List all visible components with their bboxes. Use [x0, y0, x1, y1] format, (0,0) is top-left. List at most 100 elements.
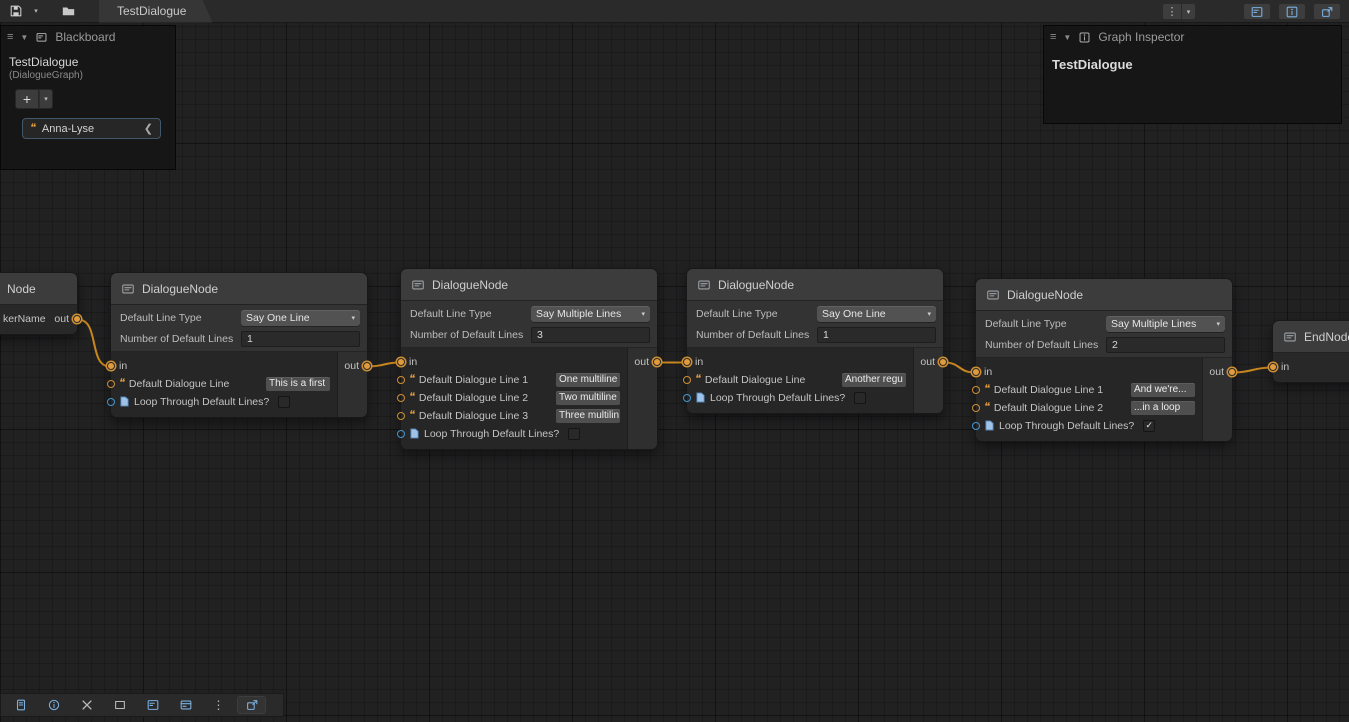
end-node[interactable]: EndNode in: [1272, 320, 1349, 383]
edge[interactable]: [78, 320, 110, 367]
quote-icon: ❝: [408, 392, 415, 403]
dialogue-line-input[interactable]: ...in a loop: [1131, 401, 1195, 415]
loop-port[interactable]: [397, 430, 405, 438]
toggle-inspector-button[interactable]: [1278, 3, 1306, 20]
toggle-minimap-button[interactable]: [1313, 3, 1341, 20]
frame-button[interactable]: [105, 696, 134, 714]
blackboard-field-anna-lyse[interactable]: ❝ Anna-Lyse ❮: [22, 118, 161, 139]
line-type-dropdown[interactable]: Say Multiple Lines ▾: [1106, 316, 1225, 332]
field-name: Anna-Lyse: [42, 123, 94, 135]
line-port[interactable]: [683, 376, 691, 384]
edge[interactable]: [368, 363, 400, 367]
dialogue-line-input[interactable]: This is a first: [266, 377, 330, 391]
console-button[interactable]: [171, 696, 200, 714]
out-port[interactable]: [1228, 368, 1236, 376]
dialogue-line-input[interactable]: Two multiline: [556, 391, 620, 405]
line-port[interactable]: [972, 404, 980, 412]
hamburger-icon[interactable]: ≡: [7, 31, 13, 43]
out-port-label: out: [1209, 366, 1224, 378]
save-button[interactable]: [7, 3, 25, 20]
line-port[interactable]: [972, 386, 980, 394]
out-port[interactable]: [73, 315, 81, 323]
in-port-label: in: [409, 356, 417, 368]
add-property-caret[interactable]: ▾: [39, 89, 53, 109]
loop-checkbox[interactable]: ✓: [1143, 420, 1155, 432]
loop-checkbox[interactable]: [278, 396, 290, 408]
tab-testdialogue[interactable]: TestDialogue: [99, 0, 212, 23]
line-port[interactable]: [397, 376, 405, 384]
line-label: Default Dialogue Line: [705, 374, 805, 386]
document-panel-button[interactable]: [6, 696, 35, 714]
line-type-dropdown[interactable]: Say One Line ▾: [241, 310, 360, 326]
chevron-left-icon[interactable]: ❮: [144, 122, 153, 135]
num-lines-input[interactable]: 1: [817, 327, 936, 343]
dialogue-node-icon: [411, 278, 425, 292]
blackboard-panel[interactable]: ≡ ▼ Blackboard TestDialogue (DialogueGra…: [0, 25, 176, 170]
more-menu-caret[interactable]: ▾: [1182, 3, 1196, 20]
dialogue-node-2[interactable]: DialogueNode Default Line Type Say Multi…: [400, 268, 658, 450]
chevron-down-icon: ▾: [347, 314, 355, 322]
in-port[interactable]: [107, 362, 115, 370]
node-title[interactable]: DialogueNode: [976, 279, 1232, 311]
line-label: Default Dialogue Line 3: [419, 410, 528, 422]
graph-inspector-panel[interactable]: ≡ ▼ Graph Inspector TestDialogue: [1043, 25, 1342, 124]
more-button[interactable]: ⋮: [204, 696, 233, 714]
dialogue-node-3[interactable]: DialogueNode Default Line Type Say One L…: [686, 268, 944, 414]
node-title[interactable]: DialogueNode: [111, 273, 367, 305]
add-property-button[interactable]: +: [15, 89, 39, 109]
loop-checkbox[interactable]: [568, 428, 580, 440]
dialogue-line-input[interactable]: One multiline: [556, 373, 620, 387]
line-type-dropdown[interactable]: Say One Line ▾: [817, 306, 936, 322]
line-port[interactable]: [107, 380, 115, 388]
dialogue-node-1[interactable]: DialogueNode Default Line Type Say One L…: [110, 272, 368, 418]
more-menu-button[interactable]: ⋮: [1162, 3, 1182, 20]
line-label: Default Dialogue Line 2: [994, 402, 1103, 414]
input-value: 2: [1112, 339, 1118, 351]
num-lines-input[interactable]: 3: [531, 327, 650, 343]
in-port[interactable]: [972, 368, 980, 376]
out-port[interactable]: [653, 358, 661, 366]
dialogue-line-input[interactable]: Three multilin: [556, 409, 620, 423]
loop-port[interactable]: [683, 394, 691, 402]
graph-canvas[interactable]: Node kerName out DialogueNode Default Li…: [0, 0, 1349, 722]
collapse-icon[interactable]: ▼: [1063, 33, 1071, 42]
dialogue-line-input[interactable]: Another regu: [842, 373, 906, 387]
in-port[interactable]: [397, 358, 405, 366]
blackboard-header[interactable]: ≡ ▼ Blackboard: [1, 26, 175, 48]
edge[interactable]: [1233, 368, 1272, 373]
edge[interactable]: [944, 363, 975, 373]
blackboard-panel-button[interactable]: [138, 696, 167, 714]
out-port[interactable]: [363, 362, 371, 370]
popout-button[interactable]: [237, 696, 266, 714]
node-title[interactable]: DialogueNode: [401, 269, 657, 301]
info-panel-button[interactable]: [39, 696, 68, 714]
inspector-header[interactable]: ≡ ▼ Graph Inspector: [1044, 26, 1341, 48]
tools-button[interactable]: [72, 696, 101, 714]
line-port[interactable]: [397, 394, 405, 402]
hamburger-icon[interactable]: ≡: [1050, 31, 1056, 43]
load-button[interactable]: [59, 3, 77, 20]
node-title[interactable]: Node: [0, 273, 77, 305]
num-lines-input[interactable]: 1: [241, 331, 360, 347]
line-type-dropdown[interactable]: Say Multiple Lines ▾: [531, 306, 650, 322]
out-port[interactable]: [939, 358, 947, 366]
start-node[interactable]: Node kerName out: [0, 272, 78, 335]
line-label: Default Dialogue Line 1: [994, 384, 1103, 396]
collapse-icon[interactable]: ▼: [20, 33, 28, 42]
node-title[interactable]: EndNode: [1273, 321, 1349, 353]
line-port[interactable]: [397, 412, 405, 420]
loop-label: Loop Through Default Lines?: [424, 428, 559, 440]
dialogue-node-4[interactable]: DialogueNode Default Line Type Say Multi…: [975, 278, 1233, 442]
loop-checkbox[interactable]: [854, 392, 866, 404]
node-title-label: DialogueNode: [432, 278, 508, 292]
save-options-caret[interactable]: ▾: [27, 3, 45, 20]
in-port[interactable]: [683, 358, 691, 366]
dialogue-line-input[interactable]: And we're...: [1131, 383, 1195, 397]
toggle-blackboard-button[interactable]: [1243, 3, 1271, 20]
dialogue-node-icon: [697, 278, 711, 292]
loop-port[interactable]: [972, 422, 980, 430]
in-port[interactable]: [1269, 363, 1277, 371]
loop-port[interactable]: [107, 398, 115, 406]
num-lines-input[interactable]: 2: [1106, 337, 1225, 353]
node-title[interactable]: DialogueNode: [687, 269, 943, 301]
